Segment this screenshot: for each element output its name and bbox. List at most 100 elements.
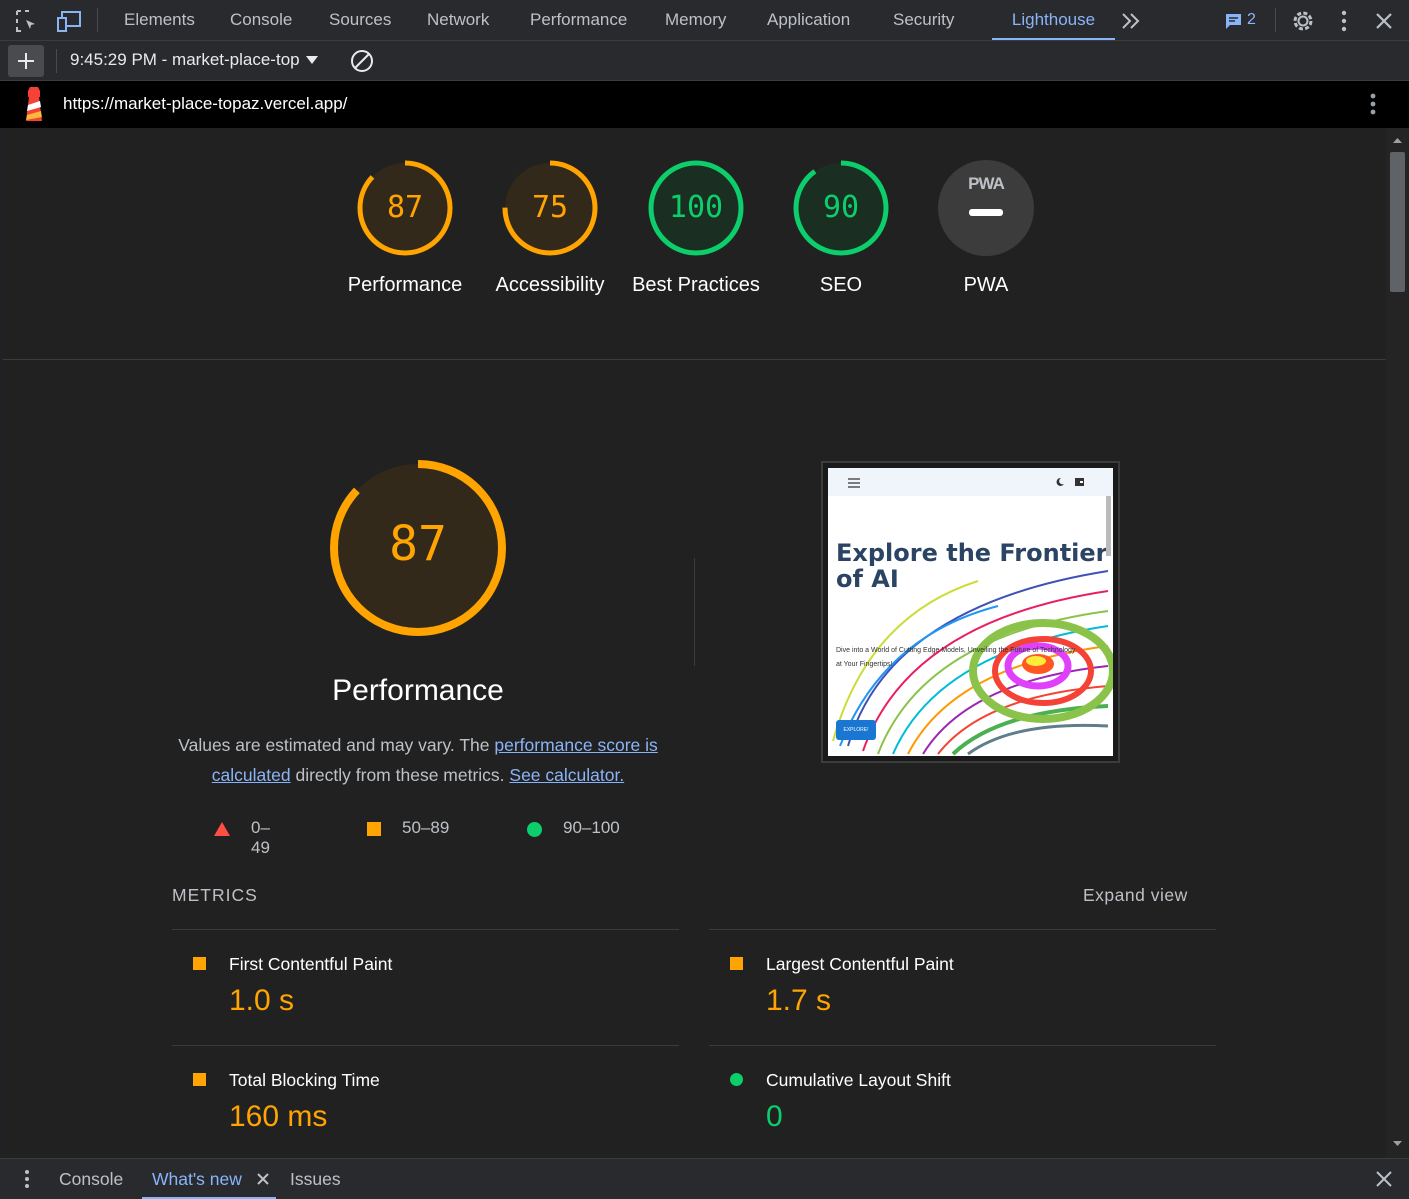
metric-name: Cumulative Layout Shift <box>766 1070 951 1090</box>
tab-lighthouse[interactable]: Lighthouse <box>992 0 1115 40</box>
gauge-best-practices[interactable]: 100 Best Practices <box>632 158 760 296</box>
drawer-tab-issues[interactable]: Issues <box>290 1159 341 1199</box>
plus-icon <box>18 53 34 69</box>
legend-label: 50–89 <box>402 818 450 837</box>
lighthouse-report: 87 Performance 75 Accessibility 100 Best… <box>3 128 1386 1158</box>
metric-largest-contentful-paint: Largest Contentful Paint 1.7 s <box>709 929 1216 1045</box>
settings-gear-icon[interactable] <box>1290 8 1316 34</box>
devtools-tabbar: Elements Console Sources Network Perform… <box>0 0 1409 41</box>
gauge-label: PWA <box>963 274 1009 296</box>
drawer-tab-whats-new[interactable]: What's new <box>142 1159 276 1199</box>
close-drawer-icon[interactable] <box>1375 1170 1393 1188</box>
expand-view-toggle[interactable]: Expand view <box>1083 885 1188 906</box>
drawer-menu-icon[interactable] <box>16 1168 38 1190</box>
tab-console[interactable]: Console <box>230 0 292 40</box>
gauge-label: SEO <box>819 274 863 296</box>
thumb-subtext: Dive into a World of Cutting Edge Models… <box>836 644 1111 672</box>
average-square-icon <box>193 1073 206 1086</box>
performance-big-score: 87 <box>389 516 447 572</box>
tab-memory[interactable]: Memory <box>665 0 726 40</box>
message-icon <box>1226 14 1241 29</box>
clear-reports-icon[interactable] <box>350 49 374 73</box>
scroll-down-arrow-icon[interactable] <box>1386 1138 1409 1150</box>
thumb-heading-line2: of AI <box>836 565 899 593</box>
toolbar-divider <box>1275 8 1276 32</box>
metrics-heading: METRICS <box>172 885 258 905</box>
report-url-bar: https://market-place-topaz.vercel.app/ <box>0 81 1409 128</box>
average-square-icon <box>367 822 381 836</box>
wallet-icon <box>1075 478 1084 486</box>
toolbar-divider <box>97 8 98 32</box>
hamburger-icon <box>848 478 860 488</box>
legend-label: 90–100 <box>563 818 620 837</box>
metric-value: 0 <box>766 1100 783 1133</box>
pwa-badge-icon <box>938 160 1034 256</box>
gauge-pwa[interactable]: PWA PWA <box>936 158 1036 296</box>
see-calculator-link[interactable]: See calculator. <box>509 765 624 785</box>
metric-name: First Contentful Paint <box>229 954 393 974</box>
metric-value: 1.7 s <box>766 984 832 1017</box>
metric-name: Total Blocking Time <box>229 1070 380 1090</box>
gauge-score: 100 <box>668 190 724 225</box>
metric-name: Largest Contentful Paint <box>766 954 954 974</box>
fail-triangle-icon <box>214 822 230 836</box>
gauge-score: 75 <box>531 190 569 225</box>
inspect-element-icon[interactable] <box>14 8 40 34</box>
tab-application[interactable]: Application <box>767 0 850 40</box>
average-square-icon <box>193 957 206 970</box>
lighthouse-logo-icon <box>26 87 42 121</box>
thumb-navbar <box>828 468 1113 496</box>
average-square-icon <box>730 957 743 970</box>
gauge-seo[interactable]: 90 SEO <box>791 158 891 296</box>
thumb-explore-button: EXPLORE! <box>836 720 876 740</box>
tab-security[interactable]: Security <box>893 0 954 40</box>
gauge-score: 90 <box>822 190 860 225</box>
performance-big-gauge: 87 <box>327 457 509 639</box>
tab-performance[interactable]: Performance <box>530 0 627 40</box>
gauge-label: Performance <box>347 274 463 296</box>
hero-swirl-art <box>832 570 1113 756</box>
report-selector-label: 9:45:29 PM - market-place-top <box>70 50 300 69</box>
gauge-label: Accessibility <box>495 274 605 296</box>
vertical-divider <box>694 558 695 666</box>
scroll-up-arrow-icon[interactable] <box>1386 134 1409 146</box>
performance-description: Values are estimated and may vary. The p… <box>173 730 663 790</box>
screenshot-image: Explore the Frontier of AI Dive into a W… <box>828 468 1113 756</box>
tab-network[interactable]: Network <box>427 0 489 40</box>
metric-total-blocking-time: Total Blocking Time 160 ms <box>172 1045 679 1158</box>
gauge-accessibility[interactable]: 75 Accessibility <box>496 158 604 296</box>
report-menu-icon[interactable] <box>1360 91 1386 117</box>
kebab-menu-icon[interactable] <box>1331 8 1357 34</box>
metric-first-contentful-paint: First Contentful Paint 1.0 s <box>172 929 679 1045</box>
gauge-performance[interactable]: 87 Performance <box>348 158 462 296</box>
device-toolbar-icon[interactable] <box>56 8 82 34</box>
gauge-label: Best Practices <box>632 274 760 296</box>
final-screenshot[interactable]: Explore the Frontier of AI Dive into a W… <box>821 461 1120 763</box>
report-scrollbar[interactable] <box>1386 128 1409 1158</box>
pass-circle-icon <box>527 822 542 837</box>
pwa-badge-text: PWA <box>968 174 1005 193</box>
close-devtools-icon[interactable] <box>1371 8 1397 34</box>
dropdown-arrow-icon <box>306 56 319 64</box>
issues-count: 2 <box>1247 11 1256 28</box>
tab-sources[interactable]: Sources <box>329 0 391 40</box>
devtools-drawer: Console What's new Issues <box>0 1158 1409 1199</box>
more-tabs-chevron-icon[interactable] <box>1118 8 1144 34</box>
tab-elements[interactable]: Elements <box>124 0 195 40</box>
scroll-thumb[interactable] <box>1390 152 1405 292</box>
lighthouse-toolbar: 9:45:29 PM - market-place-top <box>0 41 1409 81</box>
gauge-score: 87 <box>386 190 424 225</box>
desc-text: Values are estimated and may vary. The <box>178 735 495 755</box>
performance-title: Performance <box>332 674 504 707</box>
close-tab-icon[interactable] <box>256 1172 270 1186</box>
drawer-tab-console[interactable]: Console <box>59 1159 123 1199</box>
report-url: https://market-place-topaz.vercel.app/ <box>63 94 348 113</box>
drawer-tab-label: What's new <box>152 1169 242 1189</box>
report-selector[interactable]: 9:45:29 PM - market-place-top <box>70 50 319 70</box>
metric-value: 160 ms <box>229 1100 328 1133</box>
desc-text: directly from these metrics. <box>290 765 510 785</box>
legend-label: 0–49 <box>251 818 270 857</box>
new-report-button[interactable] <box>8 45 44 77</box>
moon-icon <box>1056 477 1064 486</box>
thumb-subtext-line2: at Your Fingertips! <box>836 661 893 668</box>
